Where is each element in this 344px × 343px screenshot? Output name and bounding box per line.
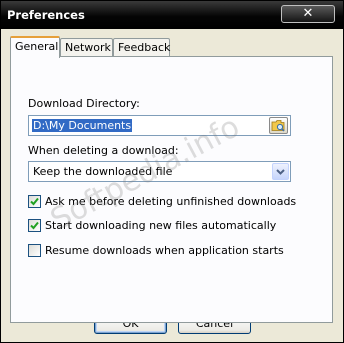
title-bar[interactable]: Preferences ✕ — [1, 1, 343, 29]
auto-start-checkbox[interactable] — [28, 219, 41, 232]
window-title: Preferences — [7, 8, 85, 22]
dialog-client-area: General Network Feedback Download Direct… — [4, 29, 340, 340]
close-icon: ✕ — [302, 6, 314, 21]
download-directory-value: D:\My Documents — [32, 119, 133, 132]
folder-browse-icon — [271, 120, 285, 132]
tab-general[interactable]: General — [10, 36, 60, 58]
ask-before-delete-label: Ask me before deleting unfinished downlo… — [45, 195, 297, 208]
tab-feedback-label: Feedback — [118, 41, 171, 54]
close-button[interactable]: ✕ — [281, 5, 335, 23]
download-directory-field[interactable]: D:\My Documents — [28, 115, 291, 136]
resume-on-start-checkbox[interactable] — [28, 244, 41, 257]
delete-behavior-label: When deleting a download: — [28, 144, 179, 157]
preferences-window: Preferences ✕ General Network Feedback D… — [0, 0, 344, 343]
resume-on-start-label: Resume downloads when application starts — [45, 244, 284, 257]
tab-feedback[interactable]: Feedback — [113, 38, 170, 56]
tab-network[interactable]: Network — [60, 38, 113, 56]
general-panel: Download Directory: D:\My Documents When… — [10, 56, 333, 323]
checkmark-icon — [30, 197, 39, 206]
checkmark-icon — [30, 221, 39, 230]
tab-network-label: Network — [65, 41, 111, 54]
chevron-down-icon — [276, 169, 285, 175]
dropdown-button[interactable] — [272, 163, 289, 180]
auto-start-label: Start downloading new files automaticall… — [45, 219, 277, 232]
delete-behavior-select[interactable]: Keep the downloaded file — [28, 161, 291, 182]
browse-folder-button[interactable] — [269, 117, 288, 134]
ask-before-delete-checkbox[interactable] — [28, 195, 41, 208]
tab-general-label: General — [15, 40, 59, 53]
download-directory-label: Download Directory: — [28, 97, 140, 110]
delete-behavior-value: Keep the downloaded file — [33, 165, 173, 178]
